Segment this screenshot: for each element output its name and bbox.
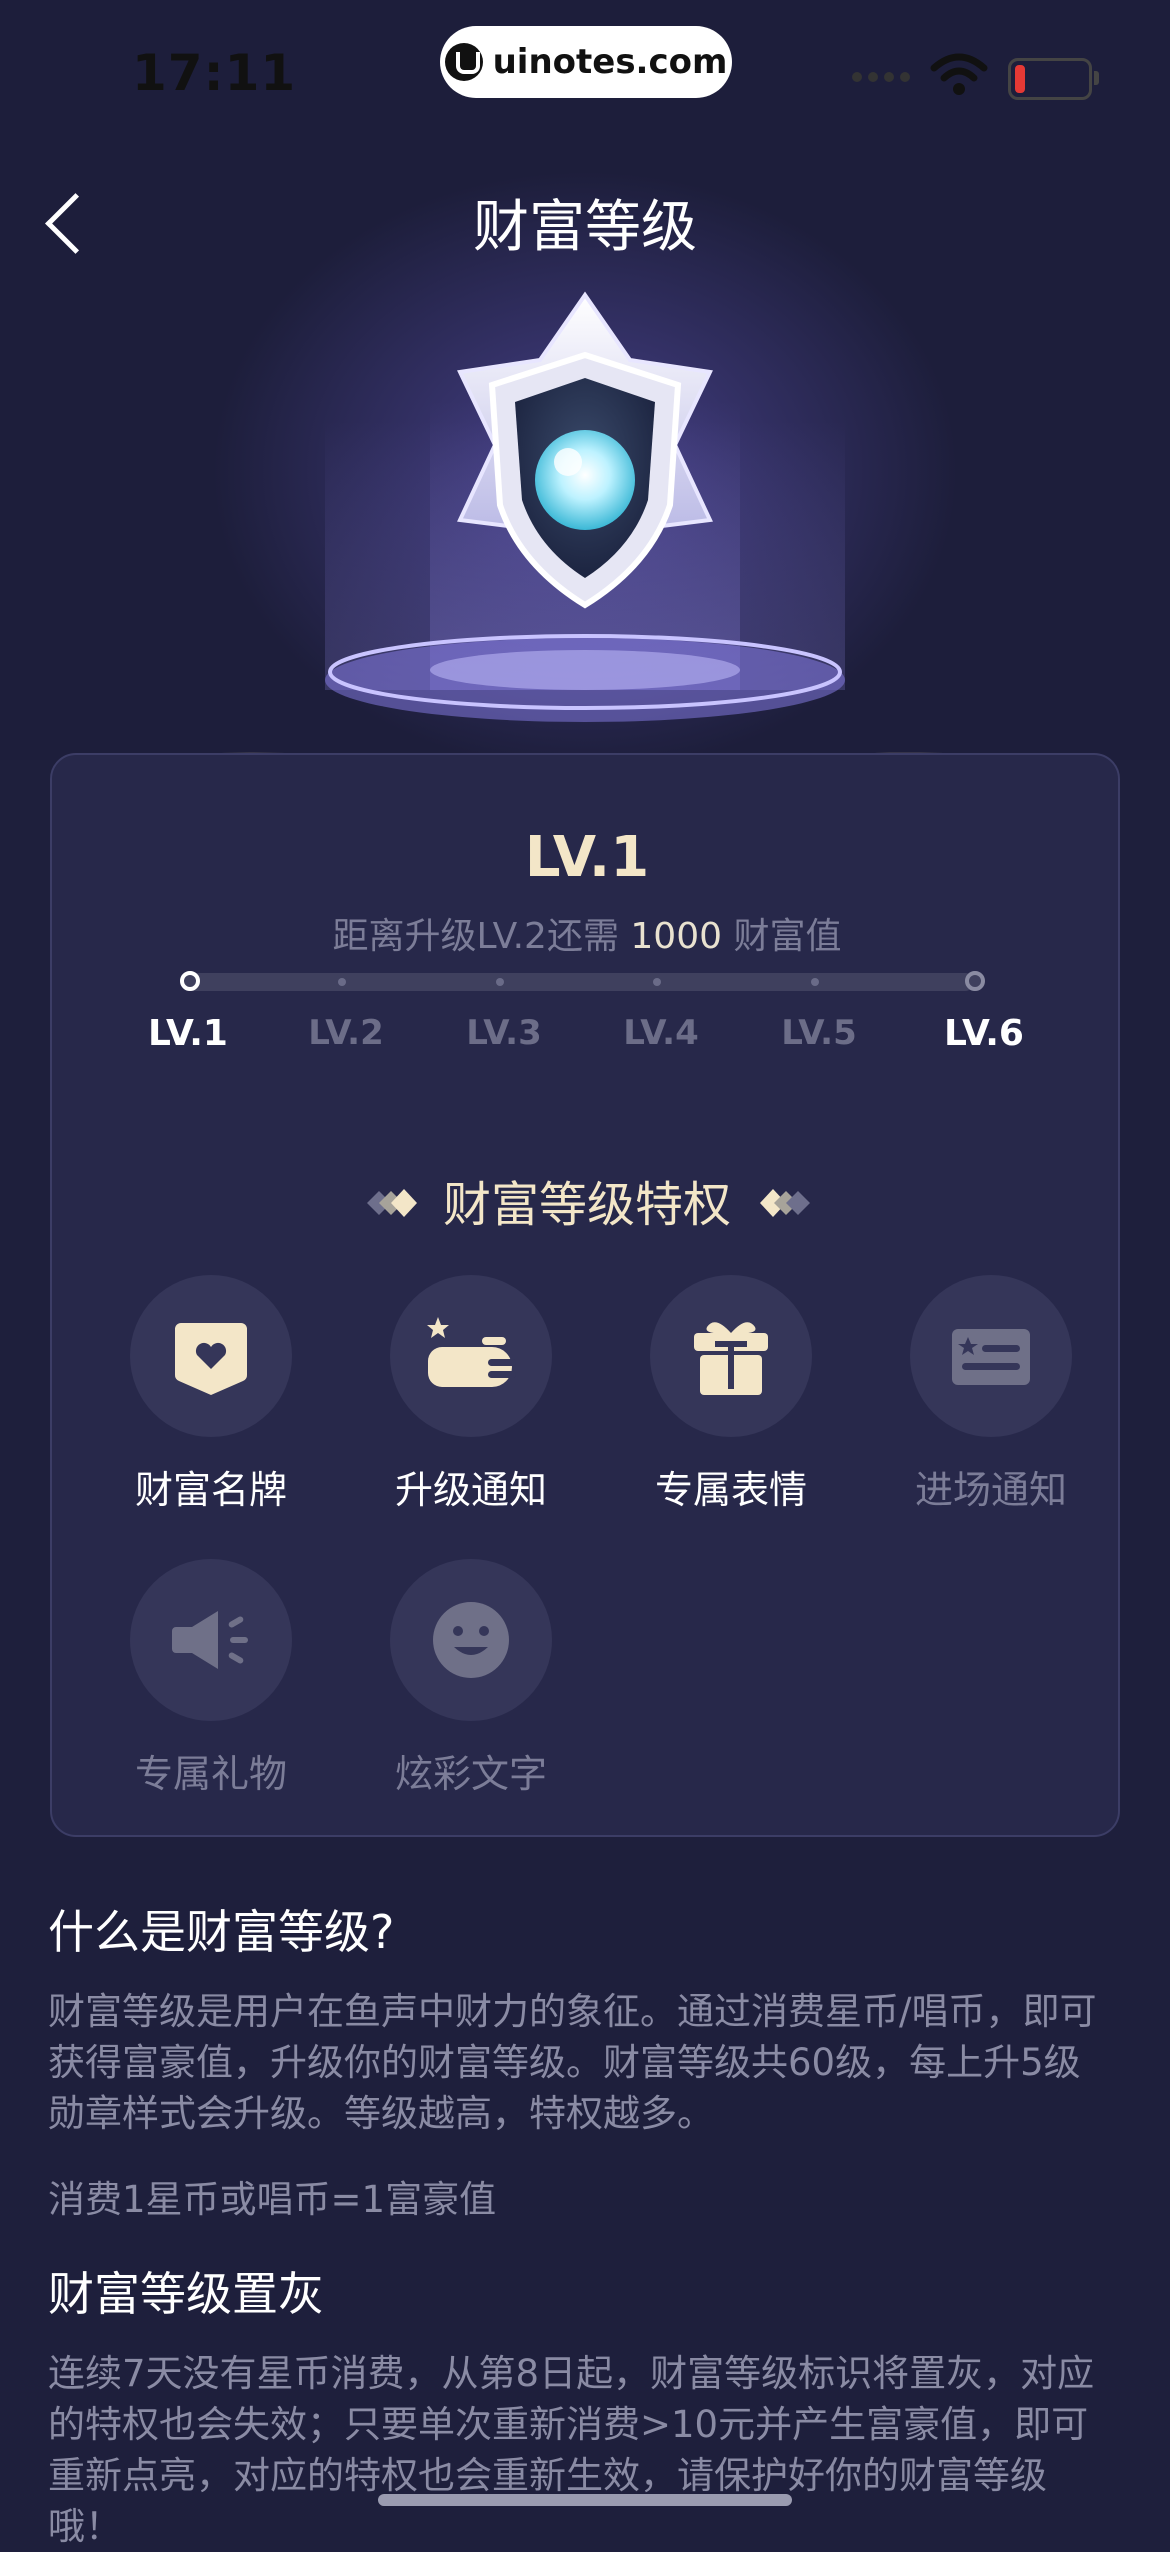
privilege-label: 财富名牌 — [134, 1468, 287, 1512]
milestone-label: LV.6 — [944, 1013, 1024, 1054]
diamond-ornament-icon — [760, 1189, 810, 1217]
privilege-label: 专属礼物 — [134, 1752, 287, 1796]
points-needed: 1000 — [630, 916, 723, 957]
milestone-dot — [965, 971, 985, 991]
level-card: LV.1 距离升级LV.2还需 1000 财富值 LV.1 LV.2 LV.3 … — [50, 753, 1120, 1837]
watermark: uinotes.com — [440, 26, 732, 98]
what-is-wealth-level-heading: 什么是财富等级? — [48, 1905, 395, 1959]
privileges-title: 财富等级特权 — [442, 1177, 731, 1233]
milestone-label: LV.4 — [623, 1013, 699, 1053]
grayout-heading: 财富等级置灰 — [48, 2267, 324, 2321]
page-title: 财富等级 — [473, 195, 697, 260]
privilege-label: 升级通知 — [394, 1468, 547, 1512]
gift-box-icon — [694, 1322, 768, 1395]
grayout-text: 连续7天没有星币消费，从第8日起，财富等级标识将置灰，对应的特权也会失效；只要单… — [48, 2352, 1095, 2548]
milestone-dot — [653, 978, 661, 986]
milestone-dot — [338, 978, 346, 986]
status-bar: 17:11 uinotes.com — [0, 0, 1170, 140]
level-progress-text: 距离升级LV.2还需 1000 财富值 — [332, 916, 842, 957]
privilege-entry-notice[interactable]: 进场通知 — [891, 1275, 1091, 1514]
conversion-rate-text: 消费1星币或唱币=1富豪值 — [48, 2178, 497, 2221]
privilege-exclusive-gift[interactable]: 专属礼物 — [111, 1559, 311, 1798]
milestone-label: LV.1 — [148, 1013, 228, 1054]
current-level: LV.1 — [524, 825, 650, 890]
entry-card-icon — [952, 1329, 1030, 1385]
watermark-text: uinotes.com — [492, 42, 728, 82]
milestone-dot — [496, 978, 504, 986]
watermark-logo-icon — [444, 43, 483, 81]
megaphone-icon — [172, 1611, 248, 1669]
what-is-wealth-level-text: 财富等级是用户在鱼声中财力的象征。通过消费星币/唱币，即可获得富豪值，升级你的财… — [48, 1990, 1097, 2135]
privilege-label: 进场通知 — [914, 1468, 1067, 1512]
home-indicator[interactable] — [378, 2494, 792, 2506]
privilege-label: 炫彩文字 — [394, 1752, 547, 1796]
milestone-dot — [811, 978, 819, 986]
privilege-colorful-text[interactable]: 炫彩文字 — [371, 1559, 571, 1798]
smiley-icon — [433, 1602, 509, 1678]
milestone-label: LV.2 — [308, 1013, 384, 1053]
milestone-label: LV.3 — [466, 1013, 542, 1053]
wealth-badge-illustration — [325, 291, 845, 722]
privilege-label: 专属表情 — [654, 1468, 807, 1512]
wifi-icon — [930, 53, 988, 95]
privilege-upgrade-notice[interactable]: 升级通知 — [371, 1275, 571, 1514]
privilege-nameplate[interactable]: 财富名牌 — [111, 1275, 311, 1514]
milestone-dot — [180, 971, 200, 991]
privilege-exclusive-emoji[interactable]: 专属表情 — [631, 1275, 831, 1514]
battery-icon — [1008, 58, 1099, 100]
upgrade-notice-icon — [427, 1317, 516, 1387]
signal-icon — [852, 72, 912, 82]
nameplate-icon — [174, 1323, 248, 1395]
level-progress-track — [180, 971, 985, 991]
milestone-label: LV.5 — [781, 1013, 857, 1053]
status-time: 17:11 — [132, 44, 297, 102]
